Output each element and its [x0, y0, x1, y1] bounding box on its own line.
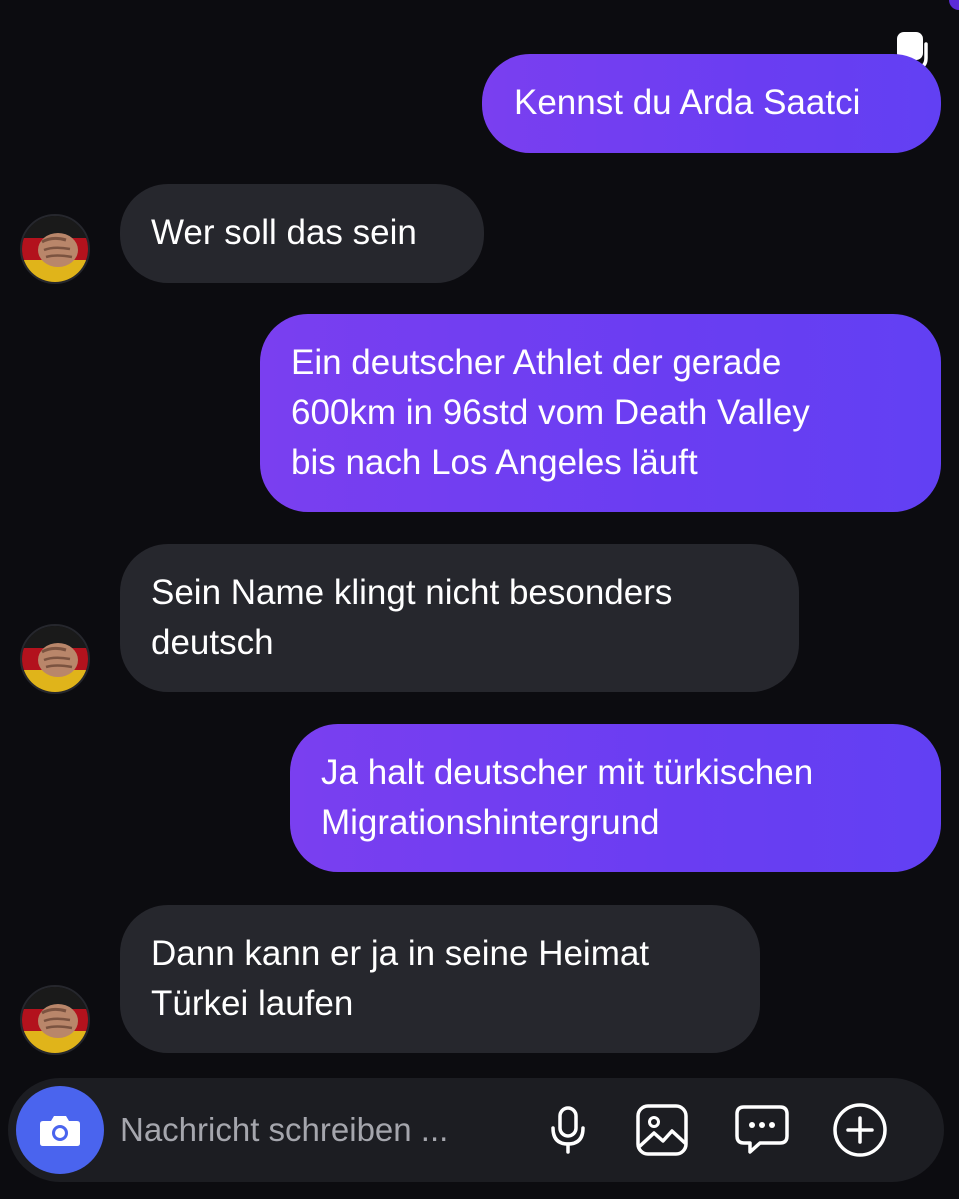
camera-button[interactable]: [16, 1086, 104, 1174]
more-options-button[interactable]: [830, 1100, 890, 1160]
message-bubble-incoming[interactable]: Wer soll das sein: [120, 184, 484, 283]
sticker-icon: [735, 1105, 789, 1154]
contact-avatar[interactable]: [20, 624, 90, 694]
chat-screen: Kennst du Arda Saatci Wer soll das sein …: [0, 0, 959, 1199]
contact-avatar[interactable]: [20, 985, 90, 1055]
message-input[interactable]: [120, 1106, 540, 1154]
microphone-icon: [551, 1106, 585, 1154]
gallery-icon: [636, 1104, 688, 1156]
message-bubble-outgoing[interactable]: Kennst du Arda Saatci: [482, 54, 941, 153]
contact-avatar[interactable]: [20, 214, 90, 284]
camera-icon: [40, 1116, 80, 1146]
message-bubble-outgoing[interactable]: Ein deutscher Athlet der gerade 600km in…: [260, 314, 941, 512]
header-edge: [949, 0, 959, 10]
sticker-button[interactable]: [732, 1100, 792, 1160]
plus-icon: [833, 1103, 887, 1157]
gallery-button[interactable]: [632, 1100, 692, 1160]
voice-message-button[interactable]: [538, 1100, 598, 1160]
message-bubble-outgoing[interactable]: Ja halt deutscher mit türkischen Migrati…: [290, 724, 941, 872]
message-bubble-incoming[interactable]: Dann kann er ja in seine Heimat Türkei l…: [120, 905, 760, 1053]
message-composer: [8, 1078, 944, 1182]
message-bubble-incoming[interactable]: Sein Name klingt nicht besonders deutsch: [120, 544, 799, 692]
